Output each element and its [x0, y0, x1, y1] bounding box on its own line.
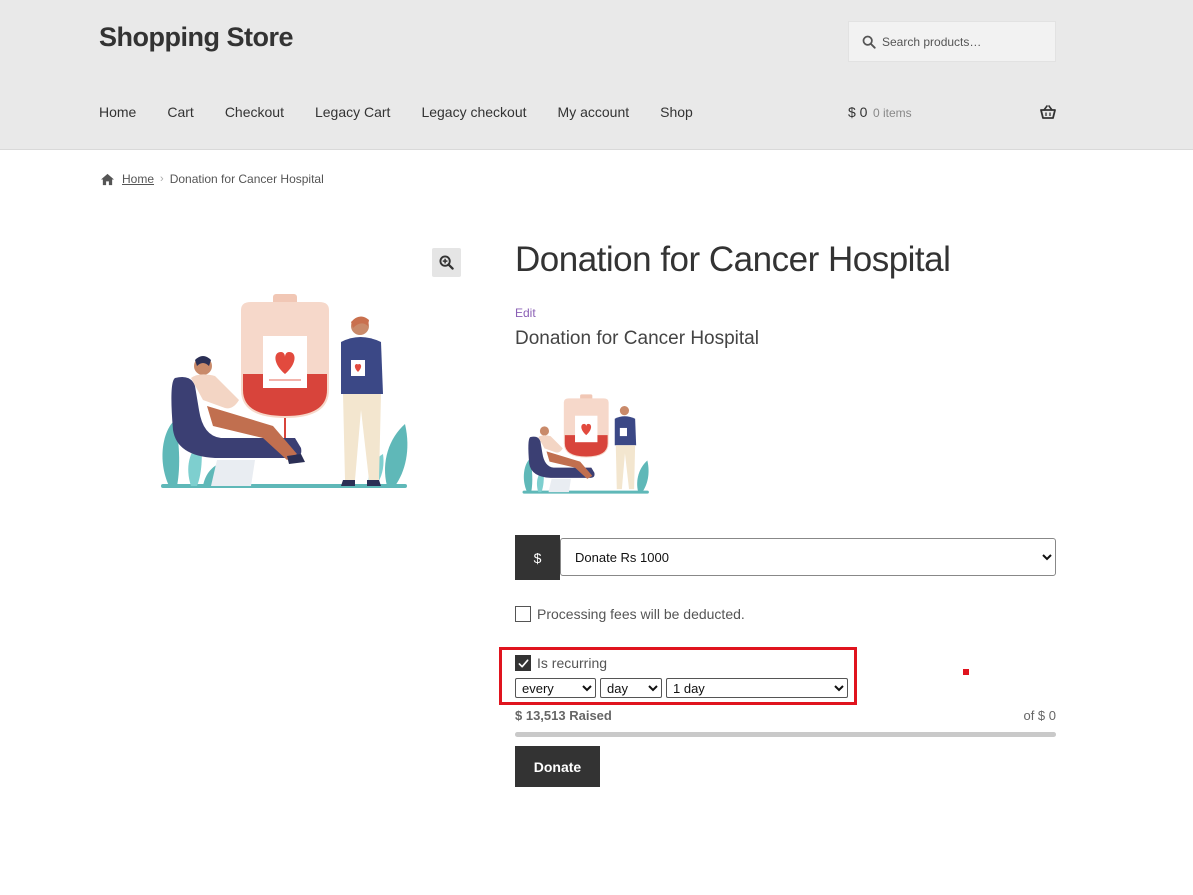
product-thumbnail-image [522, 394, 649, 494]
home-icon [101, 173, 114, 185]
recurring-unit-select[interactable]: day [600, 678, 662, 698]
search-box[interactable] [848, 21, 1056, 62]
breadcrumb-separator-icon: › [160, 173, 164, 185]
recurring-row: Is recurring [515, 655, 607, 671]
primary-nav: Home Cart Checkout Legacy Cart Legacy ch… [99, 104, 724, 120]
site-header: Shopping Store Home Cart Checkout Legacy… [0, 0, 1193, 150]
zoom-button[interactable] [432, 248, 461, 277]
search-icon [862, 35, 876, 49]
edit-link[interactable]: Edit [515, 306, 536, 320]
donate-button[interactable]: Donate [515, 746, 600, 787]
search-input[interactable] [882, 34, 1042, 49]
header-cart[interactable]: $ 0 0 items [848, 104, 1056, 124]
nav-shop[interactable]: Shop [660, 104, 693, 120]
product-main-image[interactable] [155, 290, 420, 495]
processing-fee-checkbox[interactable] [515, 606, 531, 622]
nav-cart[interactable]: Cart [167, 104, 193, 120]
donation-amount-select[interactable]: Donate Rs 1000 [560, 538, 1056, 576]
currency-symbol: $ [515, 535, 560, 580]
cart-amount: $ 0 [848, 104, 868, 120]
donation-progress-fill [515, 732, 1056, 737]
basket-icon [1040, 105, 1056, 119]
nav-legacy-cart[interactable]: Legacy Cart [315, 104, 390, 120]
breadcrumb: Home › Donation for Cancer Hospital [100, 172, 324, 186]
nav-checkout[interactable]: Checkout [225, 104, 284, 120]
red-marker [963, 669, 969, 675]
breadcrumb-current: Donation for Cancer Hospital [169, 172, 324, 186]
recurring-period-select[interactable]: 1 day [666, 678, 848, 698]
breadcrumb-home[interactable]: Home [122, 172, 154, 186]
processing-fee-label: Processing fees will be deducted. [537, 606, 745, 622]
raised-amount: $ 13,513 Raised [515, 708, 612, 723]
recurring-interval-select[interactable]: every [515, 678, 596, 698]
zoom-in-icon [439, 255, 454, 270]
nav-home[interactable]: Home [99, 104, 136, 120]
site-title[interactable]: Shopping Store [99, 22, 293, 53]
product-title: Donation for Cancer Hospital [515, 240, 951, 279]
nav-my-account[interactable]: My account [558, 104, 630, 120]
donation-progress-bar [515, 732, 1056, 737]
nav-legacy-checkout[interactable]: Legacy checkout [421, 104, 526, 120]
cart-count: 0 items [873, 106, 912, 120]
product-subtitle: Donation for Cancer Hospital [515, 328, 759, 349]
recurring-label: Is recurring [537, 655, 608, 671]
goal-amount: of $ 0 [1023, 708, 1056, 723]
checkmark-icon [518, 658, 528, 668]
recurring-checkbox[interactable] [515, 655, 531, 671]
processing-fee-row: Processing fees will be deducted. [515, 606, 745, 622]
